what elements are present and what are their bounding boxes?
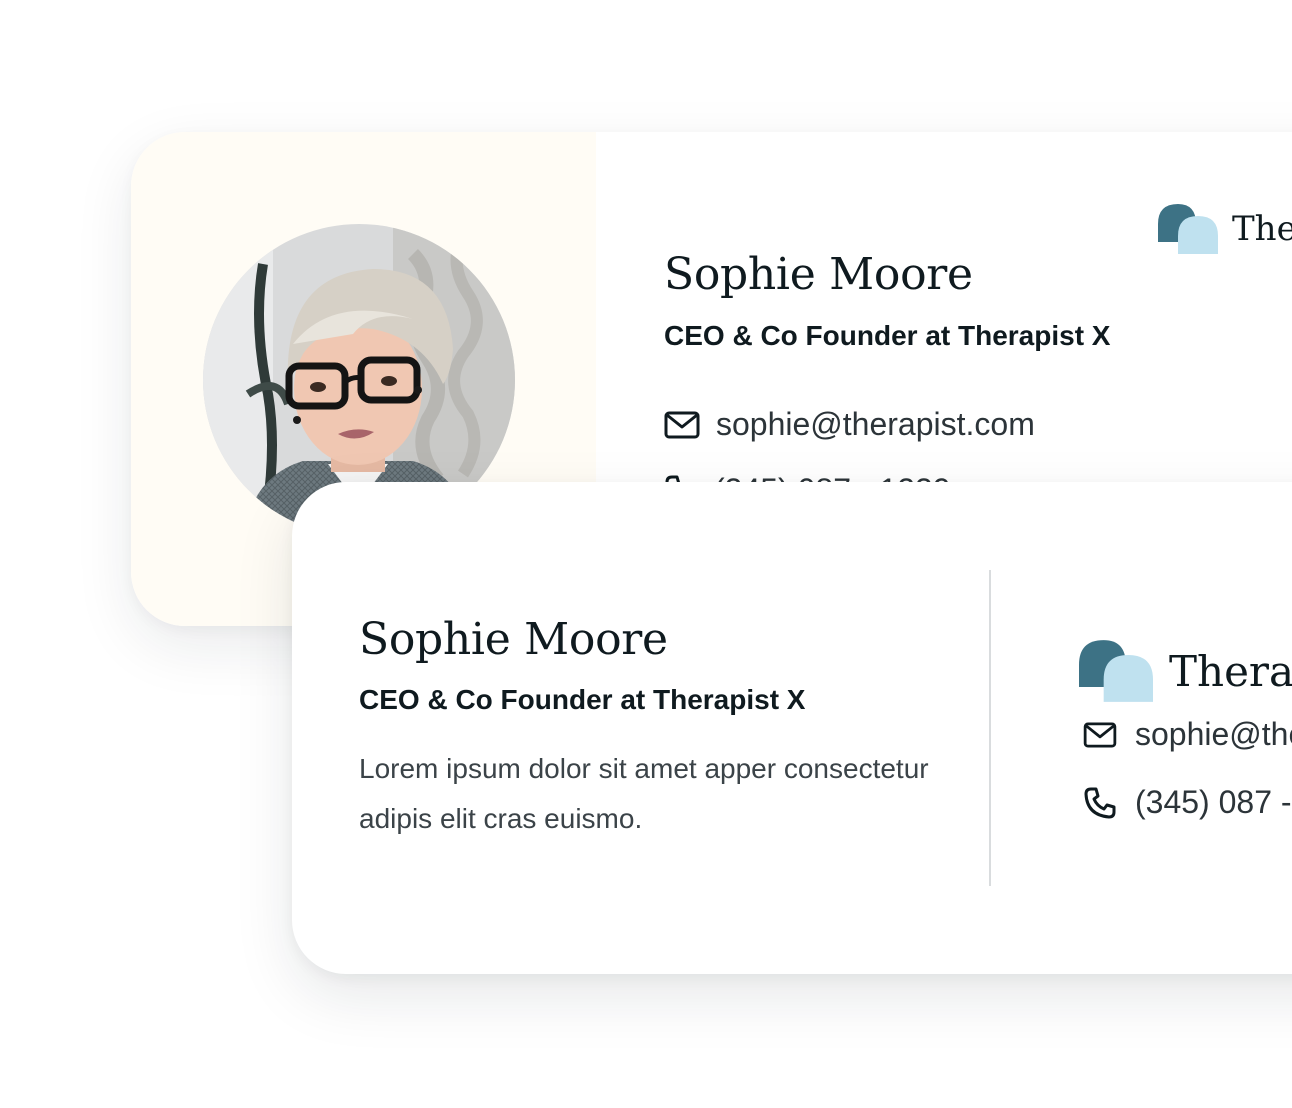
vertical-divider bbox=[989, 570, 991, 886]
signature-name: Sophie Moore bbox=[664, 249, 973, 300]
mail-icon bbox=[1083, 721, 1117, 748]
therapist-logo-icon bbox=[1158, 204, 1218, 254]
signature-role: CEO & Co Founder at Therapist X bbox=[664, 320, 1111, 351]
email-address: sophie@therapist.com bbox=[1135, 716, 1292, 752]
phone-icon bbox=[1083, 786, 1117, 820]
signature-name: Sophie Moore bbox=[359, 614, 668, 665]
email-signature-card-front: Sophie Moore CEO & Co Founder at Therapi… bbox=[292, 482, 1292, 974]
mail-icon bbox=[664, 411, 700, 439]
email-contact[interactable]: sophie@therapist.com bbox=[664, 406, 1035, 443]
phone-contact[interactable]: (345) 087 - 1239 bbox=[1083, 784, 1292, 821]
signature-role: CEO & Co Founder at Therapist X bbox=[359, 684, 806, 715]
brand-name: Therapist X bbox=[1232, 209, 1292, 249]
phone-number: (345) 087 - 1239 bbox=[1135, 784, 1292, 820]
email-contact[interactable]: sophie@therapist.com bbox=[1083, 716, 1292, 753]
brand-logo: Therapist X bbox=[1079, 640, 1292, 702]
email-address: sophie@therapist.com bbox=[716, 406, 1035, 442]
brand-logo: Therapist X bbox=[1158, 204, 1292, 254]
signature-showcase: Therapist X Sophie Moore CEO & Co Founde… bbox=[0, 0, 1292, 1108]
brand-name: Therapist X bbox=[1169, 646, 1292, 696]
therapist-logo-icon bbox=[1079, 640, 1153, 702]
signature-bio: Lorem ipsum dolor sit amet apper consect… bbox=[359, 753, 929, 834]
